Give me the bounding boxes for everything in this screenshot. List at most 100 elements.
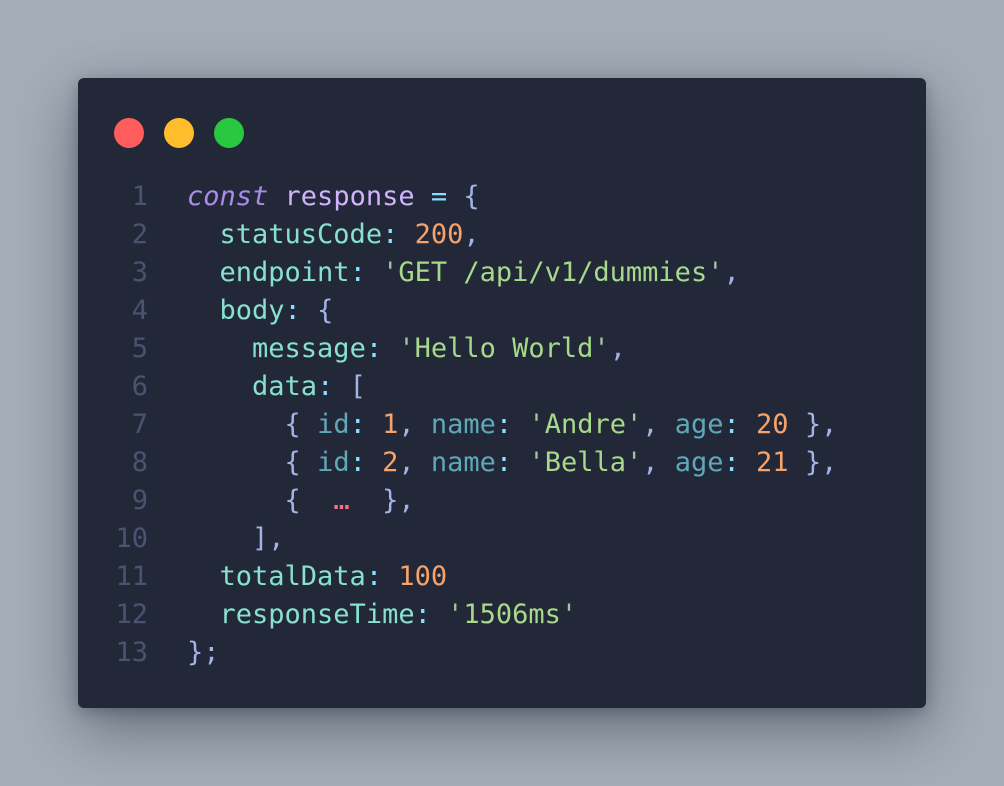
code-token: 2 [382,447,399,478]
code-token: ' [560,599,578,630]
line-source: totalData: 100 [187,558,448,596]
code-token: [ [349,371,366,402]
line-source: endpoint: 'GET /api/v1/dummies', [187,254,740,292]
code-token: , [463,219,480,250]
code-token: ' [528,409,545,440]
code-token: : [349,409,383,440]
code-token: name [430,447,496,478]
line-number: 7 [131,409,148,440]
line-source: const response = { [187,178,480,216]
code-token: ' [625,447,643,478]
code-token: ' [625,409,643,440]
code-line: 7 { id: 1, name: 'Andre', age: 20 }, [78,406,926,444]
code-token: , [723,257,740,288]
line-number: 3 [131,257,148,288]
code-token: name [430,409,496,440]
code-token: ], [235,523,285,554]
code-line: 6 data: [ [78,368,926,406]
code-token: 1 [382,409,399,440]
code-token: response [284,181,415,212]
line-number: 12 [115,599,148,630]
line-source: statusCode: 200, [187,216,480,254]
code-line: 9 { … }, [78,482,926,520]
code-line: 5 message: 'Hello World', [78,330,926,368]
code-token: Hello World [414,333,594,364]
code-line: 2 statusCode: 200, [78,216,926,254]
code-line: 8 { id: 2, name: 'Bella', age: 21 }, [78,444,926,482]
line-number: 10 [115,523,148,554]
line-source: message: 'Hello World', [187,330,626,368]
code-token: 21 [756,447,789,478]
code-token: body [219,295,285,326]
code-line: 4 body: { [78,292,926,330]
code-token: }, [788,409,838,440]
line-source: { … }, [187,482,415,520]
ellipsis-token: … [317,485,350,516]
code-token: id [317,409,350,440]
code-line: 1 const response = { [78,178,926,216]
code-token: ' [382,257,399,288]
line-number: 4 [131,295,148,326]
code-token: : [284,295,318,326]
code-token: : [349,447,383,478]
code-token: id [317,447,350,478]
code-token: endpoint [219,257,350,288]
code-token: : [349,257,383,288]
code-token: GET /api/v1/dummies [398,257,708,288]
code-token: Bella [544,447,626,478]
line-number: 1 [131,181,148,212]
line-source: { id: 2, name: 'Bella', age: 21 }, [187,444,838,482]
code-line: 12 responseTime: '1506ms' [78,596,926,634]
code-token: { [317,295,334,326]
code-token: = [414,181,464,212]
code-token: : [317,371,350,402]
code-token: data [252,371,318,402]
code-token: , [642,409,675,440]
code-token: : [382,219,415,250]
code-token: totalData [219,561,366,592]
code-window: 1 const response = {2 statusCode: 200, 3 e… [78,78,926,708]
line-source: responseTime: '1506ms' [187,596,578,634]
code-line: 13}; [78,634,926,672]
code-token: { [284,447,318,478]
line-number: 9 [131,485,148,516]
line-number: 5 [131,333,148,364]
close-button[interactable] [114,118,144,148]
code-line: 10 ], [78,520,926,558]
minimize-button[interactable] [164,118,194,148]
code-token: 100 [398,561,448,592]
code-token: }; [187,637,220,668]
code-token: statusCode [219,219,383,250]
line-number: 2 [131,219,148,250]
code-token: , [398,409,431,440]
code-token: : [495,409,529,440]
code-token: : [365,333,399,364]
code-token: ' [528,447,545,478]
code-token: : [414,599,448,630]
code-token: : [723,409,757,440]
code-token: age [674,447,724,478]
line-number: 13 [115,637,148,668]
line-number: 11 [115,561,148,592]
line-number: 6 [131,371,148,402]
code-token: message [252,333,366,364]
code-token: ' [398,333,415,364]
maximize-button[interactable] [214,118,244,148]
code-token: }, [349,485,415,516]
line-source: { id: 1, name: 'Andre', age: 20 }, [187,406,838,444]
code-token: 1506ms [463,599,561,630]
line-number: 8 [131,447,148,478]
code-token: { [284,485,318,516]
code-token: { [284,409,318,440]
code-line: 3 endpoint: 'GET /api/v1/dummies', [78,254,926,292]
code-token: : [723,447,757,478]
code-token: responseTime [219,599,415,630]
